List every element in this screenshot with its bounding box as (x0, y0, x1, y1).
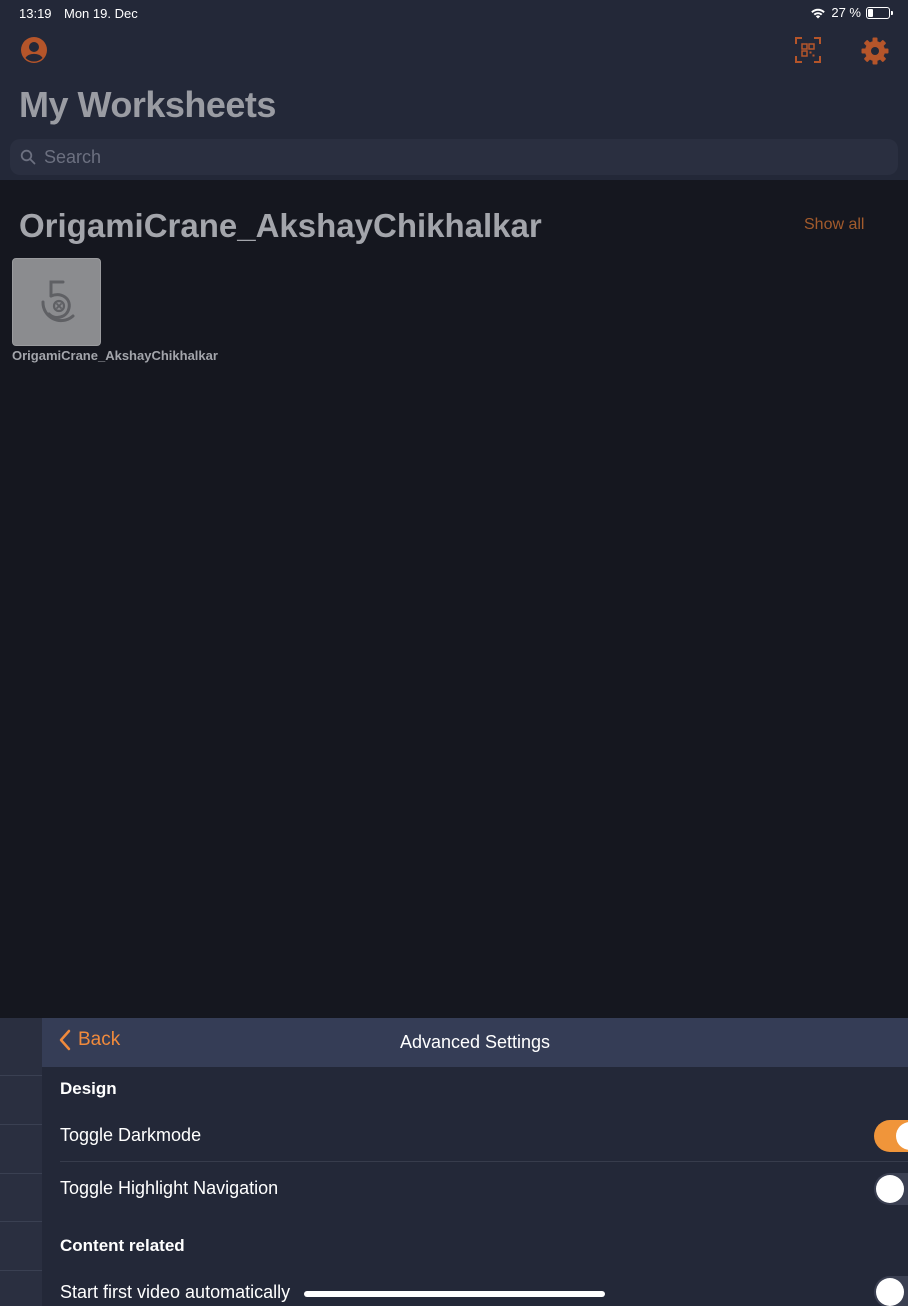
divider (0, 1221, 42, 1222)
highlight-navigation-toggle[interactable] (874, 1173, 908, 1205)
search-bar[interactable] (10, 139, 898, 175)
group-heading-design: Design (60, 1079, 117, 1098)
battery-icon (866, 6, 893, 19)
status-bar: 13:19 Mon 19. Dec 27 % (0, 0, 908, 26)
status-date: Mon 19. Dec (64, 6, 138, 21)
worksheet-label[interactable]: OrigamiCrane_AkshayChikhalkar (12, 348, 218, 363)
person-circle-icon (21, 37, 47, 63)
row-divider (60, 1161, 908, 1162)
settings-button[interactable] (860, 36, 890, 66)
collection-title: OrigamiCrane_AkshayChikhalkar (19, 207, 542, 244)
group-heading-content: Content related (60, 1236, 185, 1255)
wifi-icon (811, 8, 826, 18)
page-title: My Worksheets (19, 84, 276, 125)
status-right: 27 % (810, 5, 893, 20)
autoplay-video-label: Start first video automatically (60, 1282, 291, 1302)
qr-scan-button[interactable] (794, 36, 822, 64)
home-indicator[interactable] (304, 1291, 605, 1297)
gear-icon (861, 37, 889, 65)
darkmode-label: Toggle Darkmode (60, 1125, 202, 1145)
divider (0, 1124, 42, 1125)
master-list-edge (0, 1018, 42, 1306)
highlight-navigation-label: Toggle Highlight Navigation (60, 1178, 279, 1198)
worksheet-thumbnail[interactable] (12, 258, 101, 346)
autoplay-video-toggle[interactable] (874, 1276, 908, 1306)
worksheet-logo-icon (40, 280, 74, 323)
account-button[interactable] (20, 36, 48, 64)
sheet-title: Advanced Settings (399, 1032, 551, 1052)
battery-fill (868, 8, 874, 17)
toggle-knob (896, 1122, 908, 1150)
divider (0, 1075, 42, 1076)
darkmode-toggle[interactable] (874, 1120, 908, 1152)
status-time: 13:19 (19, 6, 52, 21)
search-input[interactable] (44, 146, 844, 168)
toggle-knob (876, 1278, 904, 1306)
advanced-settings-sheet: Back Advanced Settings Design Toggle Dar… (42, 1018, 908, 1306)
qr-scan-icon (795, 37, 821, 63)
toggle-knob (876, 1175, 904, 1203)
divider (0, 1270, 42, 1271)
search-icon (20, 149, 36, 165)
top-bar: 13:19 Mon 19. Dec 27 % My Worksheets Sea… (0, 0, 908, 180)
sheet-header: Back Advanced Settings (42, 1018, 908, 1067)
divider (0, 1173, 42, 1174)
battery-percent: 27 % (831, 5, 861, 20)
show-all-link[interactable]: Show all (804, 216, 864, 234)
